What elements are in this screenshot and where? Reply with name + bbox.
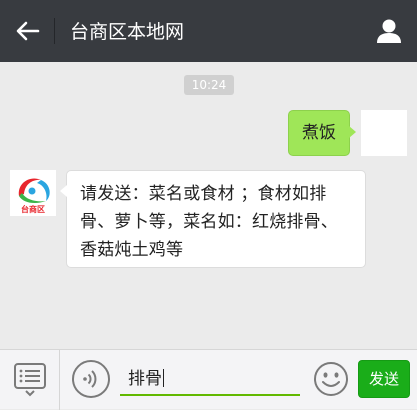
topbar-divider <box>54 18 55 44</box>
message-input-text: 排骨 <box>128 369 162 389</box>
top-bar: 台商区本地网 <box>0 0 417 62</box>
input-bar: 排骨 发送 <box>0 349 417 410</box>
menu-toggle-button[interactable] <box>10 360 50 398</box>
chat-title: 台商区本地网 <box>70 21 185 43</box>
user-profile-icon <box>377 19 401 43</box>
voice-input-button[interactable] <box>72 360 110 398</box>
my-avatar[interactable] <box>361 110 407 156</box>
arrow-left-icon <box>16 21 40 41</box>
voice-icon <box>83 370 97 388</box>
send-button[interactable]: 发送 <box>358 360 410 398</box>
user-profile-button[interactable] <box>374 16 404 46</box>
message-timestamp: 10:24 <box>184 75 234 95</box>
official-account-avatar[interactable]: 台商区 <box>10 170 56 216</box>
back-button[interactable] <box>10 15 44 47</box>
taishangqu-logo-icon: 台商区 <box>18 178 50 214</box>
emoji-smile-icon <box>314 362 348 396</box>
input-bar-divider <box>59 350 60 410</box>
received-message-bubble[interactable]: 请发送：菜名或食材 ；食材如排骨、萝卜等，菜名如：红烧排骨、香菇炖土鸡等 <box>60 170 366 268</box>
message-input[interactable]: 排骨 <box>120 364 300 396</box>
menu-list-icon <box>14 363 46 397</box>
emoji-button[interactable] <box>312 360 350 398</box>
logo-text: 台商区 <box>21 204 45 214</box>
sent-message-bubble[interactable]: 煮饭 <box>288 110 356 156</box>
text-cursor <box>163 369 164 387</box>
